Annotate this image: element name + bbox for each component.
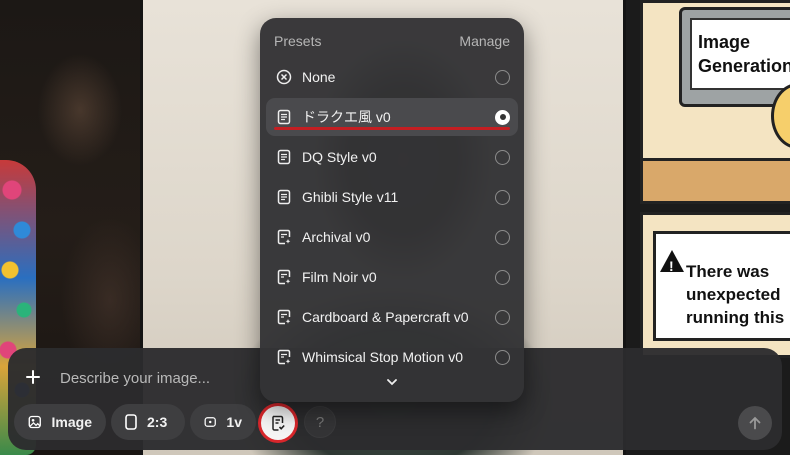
preset-item-archival[interactable]: Archival v0 xyxy=(266,218,518,256)
preset-item-none[interactable]: None xyxy=(266,58,518,96)
document-check-icon xyxy=(272,415,285,431)
preset-item-cardboard-papercraft[interactable]: Cardboard & Papercraft v0 xyxy=(266,298,518,336)
comic-error-text: There was unexpected running this re xyxy=(686,262,790,327)
preset-item-ghibli-style[interactable]: Ghibli Style v11 xyxy=(266,178,518,216)
preset-radio-selected[interactable] xyxy=(495,109,510,125)
comic-panel-error: There was unexpected running this re xyxy=(640,212,790,358)
aspect-ratio-button[interactable]: 2:3 xyxy=(111,404,185,440)
preset-label: Cardboard & Papercraft v0 xyxy=(302,309,469,325)
document-sparkle-icon xyxy=(276,309,292,325)
preset-item-dq-style[interactable]: DQ Style v0 xyxy=(266,138,518,176)
portrait-ratio-icon xyxy=(125,414,137,430)
document-icon xyxy=(276,189,292,205)
manage-presets-link[interactable]: Manage xyxy=(459,33,510,51)
comic-desk xyxy=(643,158,790,201)
image-mode-label: Image xyxy=(51,414,92,430)
comic-panel-image-generation: Image Generation xyxy=(640,0,790,204)
presets-title: Presets xyxy=(274,33,322,49)
comic-monitor-text: Image Generation xyxy=(690,18,790,90)
none-circle-x-icon xyxy=(276,69,292,85)
warning-icon xyxy=(660,250,684,278)
variations-label: 1v xyxy=(226,414,242,430)
arrow-up-icon xyxy=(749,416,761,430)
preset-label: Ghibli Style v11 xyxy=(302,189,399,205)
plus-icon xyxy=(26,370,40,384)
variations-button[interactable]: 1v xyxy=(190,404,256,440)
document-sparkle-icon xyxy=(276,229,292,245)
preset-label: Film Noir v0 xyxy=(302,269,377,285)
square-dot-icon xyxy=(204,417,216,427)
presets-menu: Presets Manage None ドラクエ風 v0 DQ Style v0… xyxy=(260,18,524,402)
document-icon xyxy=(276,149,292,165)
preset-label: None xyxy=(302,69,336,85)
comic-error-sign: There was unexpected running this re xyxy=(653,231,790,341)
preset-label: Whimsical Stop Motion v0 xyxy=(302,349,464,365)
preset-radio[interactable] xyxy=(495,189,510,205)
document-sparkle-icon xyxy=(276,349,292,365)
aspect-ratio-label: 2:3 xyxy=(147,414,168,430)
preset-label: DQ Style v0 xyxy=(302,149,377,165)
preset-label: ドラクエ風 v0 xyxy=(302,109,391,125)
send-button[interactable] xyxy=(738,406,772,440)
scroll-more-button[interactable] xyxy=(384,374,400,390)
preset-label: Archival v0 xyxy=(302,229,371,245)
preset-radio[interactable] xyxy=(495,309,510,325)
preset-radio[interactable] xyxy=(495,149,510,165)
image-icon xyxy=(28,415,41,429)
chevron-down-icon xyxy=(387,379,397,386)
preset-item-dq-japanese[interactable]: ドラクエ風 v0 xyxy=(266,98,518,136)
presets-button[interactable] xyxy=(261,406,295,440)
preset-radio[interactable] xyxy=(495,69,510,85)
preset-item-film-noir[interactable]: Film Noir v0 xyxy=(266,258,518,296)
preset-item-whimsical-stop-motion[interactable]: Whimsical Stop Motion v0 xyxy=(266,338,518,376)
annotation-underline xyxy=(274,127,510,130)
presets-menu-header: Presets Manage xyxy=(274,33,510,51)
add-button[interactable] xyxy=(22,366,44,388)
preset-radio[interactable] xyxy=(495,269,510,285)
help-button[interactable]: ? xyxy=(304,406,336,438)
comic-monitor: Image Generation xyxy=(679,7,790,107)
help-label: ? xyxy=(315,413,325,431)
document-icon xyxy=(276,109,292,125)
image-mode-button[interactable]: Image xyxy=(14,404,106,440)
preset-radio[interactable] xyxy=(495,229,510,245)
document-sparkle-icon xyxy=(276,269,292,285)
preset-radio[interactable] xyxy=(495,349,510,365)
